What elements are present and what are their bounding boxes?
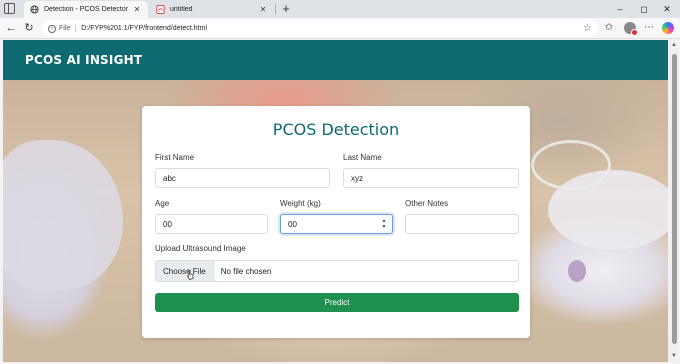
more-menu-icon[interactable]: ⋯ <box>642 21 656 35</box>
close-tab-icon[interactable]: ✕ <box>258 5 268 14</box>
maximize-button[interactable]: ◻ <box>636 2 652 16</box>
scroll-down-icon[interactable]: ▼ <box>670 353 678 359</box>
hand-cursor-icon <box>187 270 194 280</box>
last-name-label: Last Name <box>343 153 382 162</box>
first-name-field[interactable]: abc <box>155 168 330 188</box>
site-brand[interactable]: PCOS AI INSIGHT <box>25 53 142 67</box>
back-arrow-icon[interactable]: ← <box>4 21 18 35</box>
glove-left-image <box>3 140 123 290</box>
age-field[interactable]: 00 <box>155 214 268 234</box>
url-text: D:/FYP%201.1/FYP/frontend/detect.html <box>81 25 207 32</box>
favorites-icon[interactable]: ✩ <box>602 21 616 35</box>
pdf-icon <box>156 5 165 14</box>
upload-label: Upload Ultrasound Image <box>155 244 246 253</box>
star-icon[interactable]: ☆ <box>583 23 592 34</box>
file-status-text: No file chosen <box>220 266 272 276</box>
close-tab-icon[interactable]: ✕ <box>132 5 142 14</box>
tab-untitled[interactable]: untitled ✕ <box>150 1 274 18</box>
last-name-field[interactable]: xyz <box>343 168 519 188</box>
file-input[interactable]: Choose File No file chosen <box>155 260 519 282</box>
page-scrollbar[interactable]: ▲ ▼ <box>669 40 679 362</box>
site-header: PCOS AI INSIGHT <box>3 40 668 80</box>
weight-label: Weight (kg) <box>280 199 321 208</box>
sidebar-toggle-icon[interactable] <box>4 3 15 14</box>
avatar[interactable] <box>624 22 638 36</box>
predict-button[interactable]: Predict <box>155 293 519 312</box>
new-tab-button[interactable]: + <box>280 1 292 17</box>
page-title: PCOS Detection <box>272 120 400 139</box>
first-name-label: First Name <box>155 153 195 162</box>
page-viewport: PCOS AI INSIGHT PCOS Detection First Nam… <box>3 40 668 362</box>
scroll-up-icon[interactable]: ▲ <box>670 42 678 48</box>
info-icon[interactable]: i <box>48 24 56 33</box>
copilot-icon[interactable] <box>662 22 674 34</box>
tab-label: untitled <box>170 6 193 13</box>
tab-label: Detection - PCOS Detector <box>44 6 129 13</box>
scrollbar-thumb[interactable] <box>672 54 677 344</box>
other-notes-field[interactable] <box>405 214 519 234</box>
minimize-button[interactable]: – <box>612 2 628 16</box>
detection-form-card: PCOS Detection First Name abc Last Name … <box>142 106 530 338</box>
tab-strip: Detection - PCOS Detector ✕ untitled ✕ +… <box>0 0 680 18</box>
tab-divider <box>275 4 276 14</box>
glove-tip-image <box>568 260 586 282</box>
address-bar-row: ← ↻ i File D:/FYP%201.1/FYP/frontend/det… <box>0 18 680 39</box>
glove-right-image <box>548 170 668 250</box>
scheme-chip: File <box>59 25 77 32</box>
refresh-icon[interactable]: ↻ <box>22 21 36 35</box>
globe-icon <box>30 5 39 14</box>
weight-field[interactable]: 00 ▲ ▼ <box>280 214 393 234</box>
tab-detection[interactable]: Detection - PCOS Detector ✕ <box>24 1 148 18</box>
stepper-arrows-icon[interactable]: ▲ ▼ <box>381 218 387 230</box>
close-window-button[interactable]: ✕ <box>659 2 675 16</box>
age-label: Age <box>155 199 170 208</box>
choose-file-button[interactable]: Choose File <box>156 261 214 281</box>
other-notes-label: Other Notes <box>405 199 449 208</box>
url-field[interactable]: i File D:/FYP%201.1/FYP/frontend/detect.… <box>42 20 598 37</box>
weight-value: 00 <box>288 219 297 229</box>
